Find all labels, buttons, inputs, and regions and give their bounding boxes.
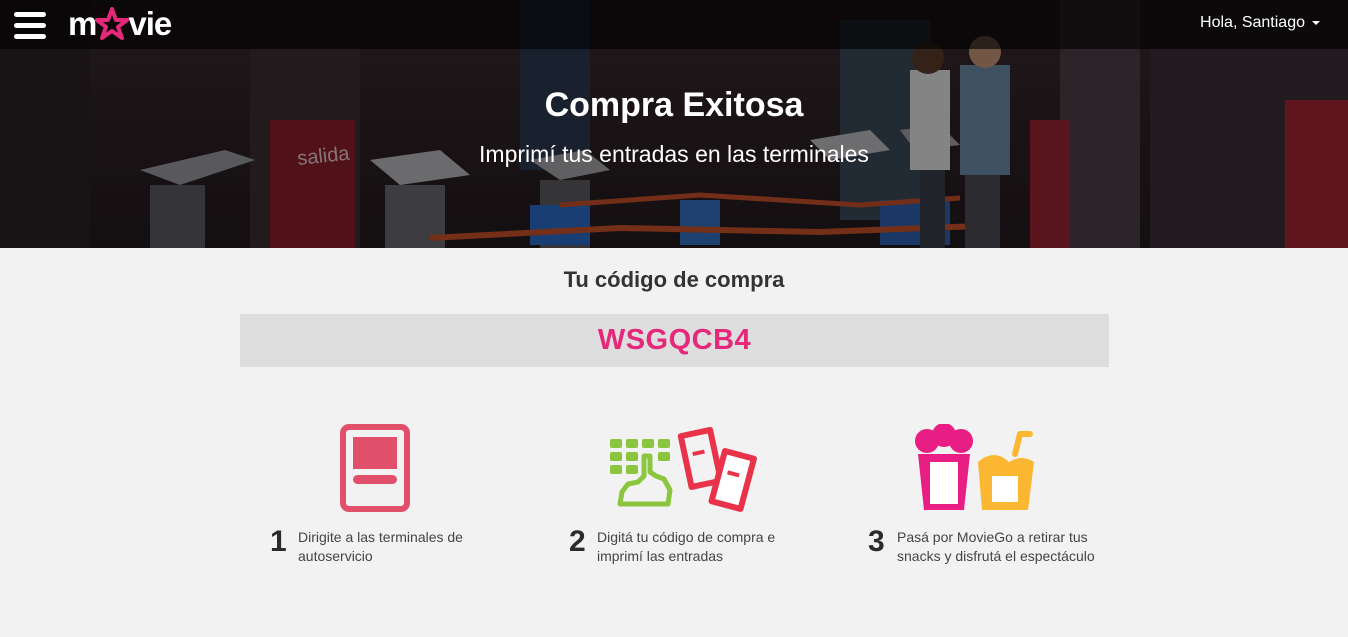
user-greeting: Hola, Santiago: [1200, 14, 1305, 31]
keypad-tickets-icon: [610, 426, 757, 512]
terminal-icon: [340, 424, 410, 512]
hamburger-menu-icon[interactable]: [14, 12, 46, 40]
step-text: Dirigite a las terminales de autoservici…: [298, 529, 463, 564]
user-menu-dropdown[interactable]: Hola, Santiago: [1200, 14, 1320, 32]
step-number: 2: [569, 525, 586, 558]
step-text: Digitá tu código de compra e imprimí las…: [597, 529, 776, 564]
chevron-down-icon: [1312, 21, 1320, 25]
page-title: Compra Exitosa: [544, 86, 804, 124]
logo-text-right: vie: [128, 5, 172, 42]
popcorn-drink-icon: [915, 424, 1034, 510]
purchase-code-heading: Tu código de compra: [563, 267, 785, 292]
step-number: 3: [868, 525, 885, 558]
movie-logo[interactable]: m vie: [68, 4, 172, 44]
top-navbar: m vie Hola, Santiago: [0, 0, 1348, 49]
step-number: 1: [270, 525, 287, 558]
page-subtitle: Imprimí tus entradas en las terminales: [479, 141, 869, 167]
step-text: Pasá por MovieGo a retirar tus snacks y …: [897, 529, 1095, 564]
logo-star-icon: [95, 7, 130, 40]
purchase-code: WSGQCB4: [240, 314, 1109, 367]
logo-text-left: m: [68, 5, 97, 42]
hero-banner: salida m vie Hola, Santiago Compra Exito…: [0, 0, 1348, 248]
